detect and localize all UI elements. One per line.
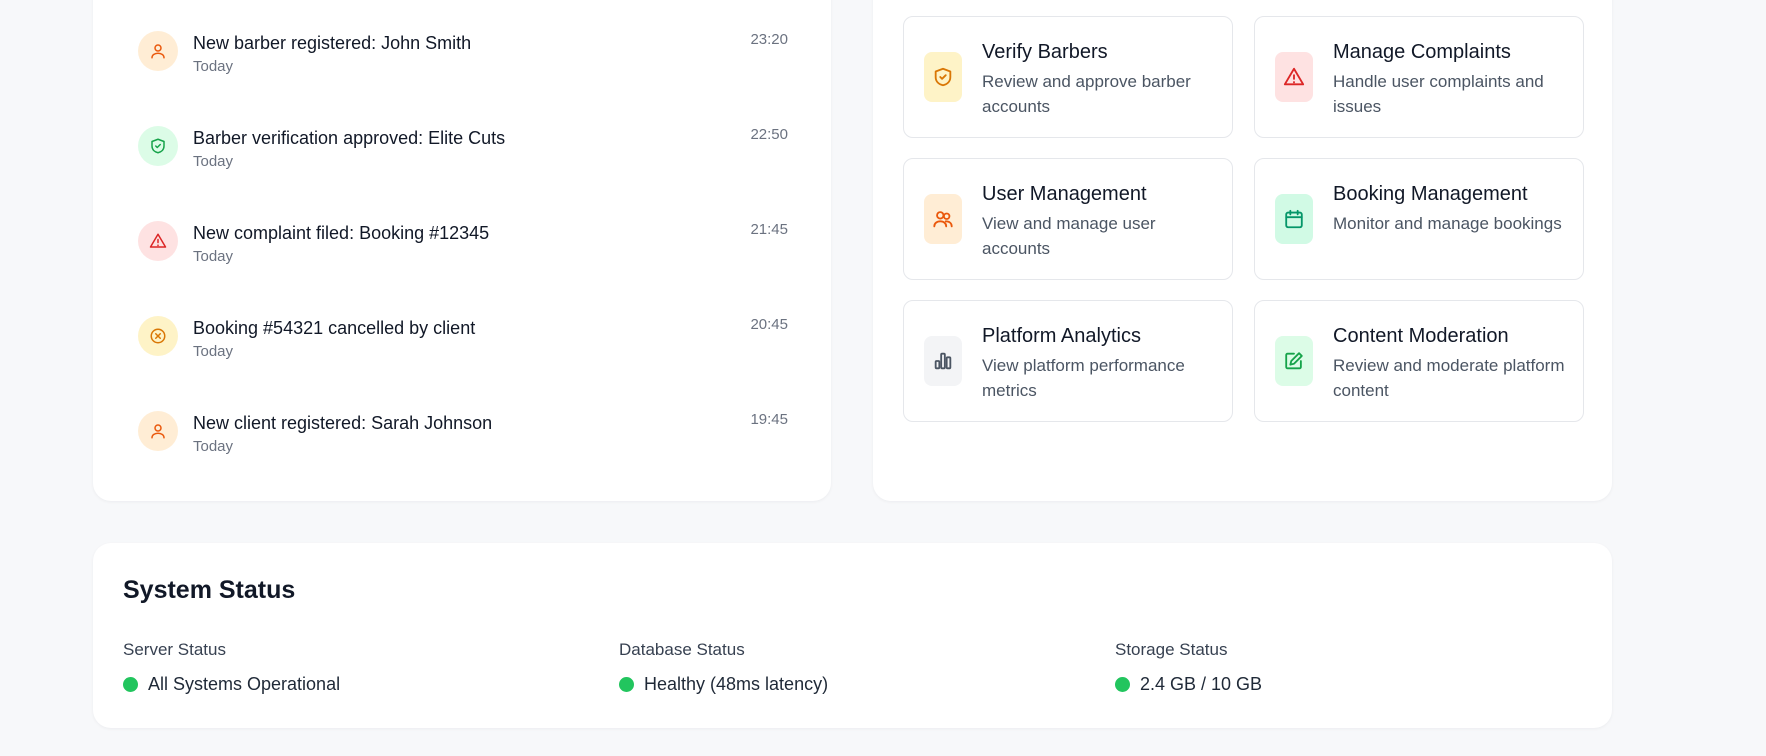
activity-time: 19:45	[750, 411, 788, 428]
activity-day: Today	[193, 153, 234, 170]
action-description: View and manage user accounts	[982, 214, 1156, 258]
user-icon	[151, 44, 165, 59]
action-icon-wrap	[924, 194, 962, 244]
platform-analytics-button[interactable]: Platform Analytics View platform perform…	[903, 300, 1233, 422]
shield-check-icon	[934, 67, 952, 87]
activity-item[interactable]: New barber registered: John Smith Today …	[138, 31, 788, 91]
action-description: Review and moderate platform content	[1333, 356, 1565, 400]
action-title: Booking Management	[1333, 183, 1528, 205]
action-description: Monitor and manage bookings	[1333, 214, 1562, 233]
activity-day: Today	[193, 58, 234, 75]
action-title: User Management	[982, 183, 1147, 205]
activity-time: 22:50	[750, 126, 788, 143]
activity-icon-wrap	[138, 316, 178, 356]
action-title: Verify Barbers	[982, 41, 1108, 63]
activity-day: Today	[193, 248, 234, 265]
activity-time: 23:20	[750, 31, 788, 48]
system-status-card: System Status Server Status All Systems …	[93, 543, 1612, 728]
user-icon	[151, 424, 165, 439]
storage-status: Storage Status 2.4 GB / 10 GB	[1115, 640, 1595, 695]
activity-text: Barber verification approved: Elite Cuts	[193, 128, 506, 148]
action-title: Manage Complaints	[1333, 41, 1511, 63]
quick-actions-card: Verify Barbers Review and approve barber…	[873, 0, 1612, 501]
alert-triangle-icon	[1283, 67, 1305, 86]
database-status: Database Status Healthy (48ms latency)	[619, 640, 1099, 695]
action-icon-wrap	[924, 52, 962, 102]
activity-day: Today	[193, 438, 234, 455]
manage-complaints-button[interactable]: Manage Complaints Handle user complaints…	[1254, 16, 1584, 138]
activity-time: 21:45	[750, 221, 788, 238]
user-management-button[interactable]: User Management View and manage user acc…	[903, 158, 1233, 280]
status-label: Storage Status	[1115, 640, 1228, 659]
activity-icon-wrap	[138, 411, 178, 451]
action-title: Content Moderation	[1333, 325, 1509, 347]
action-icon-wrap	[1275, 194, 1313, 244]
action-description: Review and approve barber accounts	[982, 72, 1191, 116]
section-title: System Status	[123, 576, 296, 604]
action-icon-wrap	[1275, 336, 1313, 386]
status-dot	[1115, 677, 1130, 692]
booking-management-button[interactable]: Booking Management Monitor and manage bo…	[1254, 158, 1584, 280]
activity-day: Today	[193, 343, 234, 360]
edit-icon	[1285, 352, 1303, 370]
activity-text: New barber registered: John Smith	[193, 33, 472, 53]
action-icon-wrap	[1275, 52, 1313, 102]
status-label: Database Status	[619, 640, 745, 659]
status-value: All Systems Operational	[148, 674, 341, 694]
activity-icon-wrap	[138, 221, 178, 261]
activity-item[interactable]: Booking #54321 cancelled by client Today…	[138, 316, 788, 376]
action-title: Platform Analytics	[982, 325, 1141, 347]
activity-item[interactable]: New client registered: Sarah Johnson Tod…	[138, 411, 788, 471]
activity-text: Booking #54321 cancelled by client	[193, 318, 476, 338]
action-description: View platform performance metrics	[982, 356, 1185, 400]
alert-triangle-icon	[149, 233, 167, 248]
activity-text: New client registered: Sarah Johnson	[193, 413, 493, 433]
content-moderation-button[interactable]: Content Moderation Review and moderate p…	[1254, 300, 1584, 422]
status-value: 2.4 GB / 10 GB	[1140, 674, 1263, 694]
bar-chart-icon	[934, 352, 952, 370]
activity-icon-wrap	[138, 31, 178, 71]
action-description: Handle user complaints and issues	[1333, 72, 1544, 116]
action-icon-wrap	[924, 336, 962, 386]
activity-item[interactable]: New complaint filed: Booking #12345 Toda…	[138, 221, 788, 281]
activity-icon-wrap	[138, 126, 178, 166]
activity-item[interactable]: Barber verification approved: Elite Cuts…	[138, 126, 788, 186]
activity-text: New complaint filed: Booking #12345	[193, 223, 490, 243]
calendar-icon	[1285, 209, 1303, 229]
users-icon	[933, 211, 953, 228]
status-value: Healthy (48ms latency)	[644, 674, 829, 694]
status-dot	[123, 677, 138, 692]
activity-time: 20:45	[750, 316, 788, 333]
status-dot	[619, 677, 634, 692]
recent-activity-card: New barber registered: John Smith Today …	[93, 0, 831, 501]
status-label: Server Status	[123, 640, 226, 659]
x-circle-icon	[150, 328, 166, 344]
server-status: Server Status All Systems Operational	[123, 640, 603, 695]
verify-barbers-button[interactable]: Verify Barbers Review and approve barber…	[903, 16, 1233, 138]
shield-check-icon	[151, 138, 165, 154]
